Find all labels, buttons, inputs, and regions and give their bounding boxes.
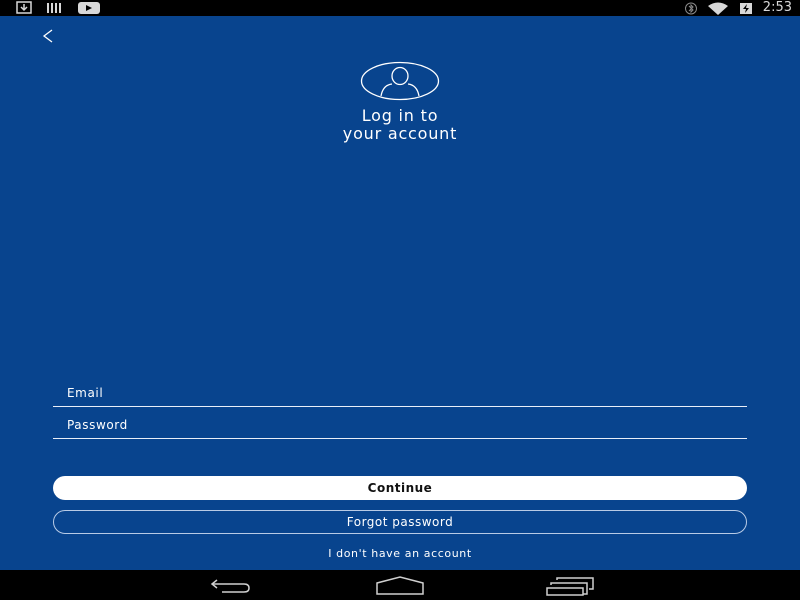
status-bar: 2:53	[0, 0, 800, 16]
continue-button[interactable]: Continue	[53, 476, 747, 500]
forgot-password-button[interactable]: Forgot password	[53, 510, 747, 534]
home-icon	[376, 576, 424, 595]
bluetooth-icon	[684, 2, 697, 14]
login-screen: 2:53 Log in to your account Continue For…	[0, 0, 800, 600]
status-bar-right: 2:53	[684, 0, 792, 16]
barcode-icon	[47, 2, 61, 13]
back-button[interactable]	[38, 24, 60, 48]
nav-home-button[interactable]	[373, 574, 427, 596]
chevron-left-icon	[42, 29, 53, 43]
youtube-icon	[78, 1, 100, 14]
nav-back-button[interactable]	[202, 574, 256, 596]
back-icon	[210, 579, 250, 593]
page-title-line1: Log in to	[361, 106, 439, 125]
user-avatar-icon	[360, 61, 440, 101]
navigation-bar	[0, 570, 800, 600]
password-field-container	[53, 409, 747, 439]
page-title: Log in to your account	[250, 107, 550, 143]
password-input[interactable]	[67, 416, 727, 434]
battery-charging-icon	[739, 2, 752, 14]
email-field-container	[53, 377, 747, 407]
wifi-icon	[707, 2, 728, 15]
status-bar-left	[16, 1, 100, 14]
download-icon	[16, 1, 32, 14]
nav-recents-button[interactable]	[545, 574, 599, 596]
status-time: 2:53	[762, 0, 792, 15]
recents-icon	[546, 577, 594, 596]
email-input[interactable]	[67, 384, 727, 402]
page-title-line2: your account	[342, 124, 458, 143]
no-account-link[interactable]: I don't have an account	[250, 547, 550, 560]
login-panel: Log in to your account Continue Forgot p…	[0, 16, 800, 570]
